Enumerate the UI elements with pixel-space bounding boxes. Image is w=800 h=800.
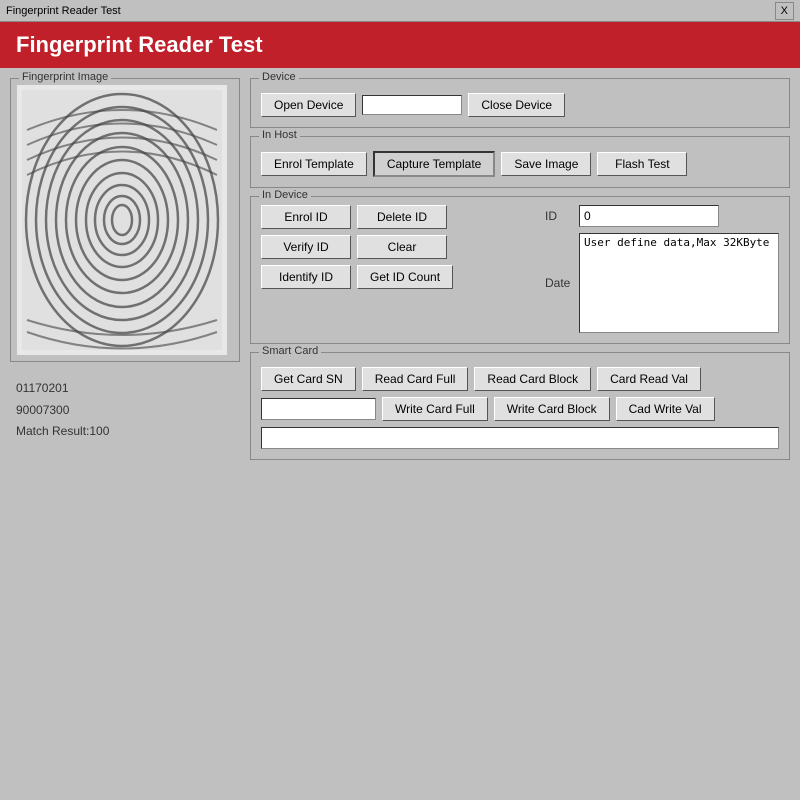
smart-card-group-label: Smart Card <box>259 345 321 357</box>
open-device-button[interactable]: Open Device <box>261 93 356 117</box>
device-section: Device Open Device Close Device <box>250 78 790 128</box>
in-host-group-label: In Host <box>259 129 300 141</box>
delete-id-button[interactable]: Delete ID <box>357 205 447 229</box>
match-result: Match Result:100 <box>16 421 234 443</box>
cad-write-val-button[interactable]: Cad Write Val <box>616 397 715 421</box>
fingerprint-group: Fingerprint Image <box>10 78 240 362</box>
in-device-row3: Identify ID Get ID Count <box>261 265 535 289</box>
id-input[interactable] <box>579 205 719 227</box>
app-title: Fingerprint Reader Test <box>16 32 263 58</box>
in-device-row2: Verify ID Clear <box>261 235 535 259</box>
data-textarea[interactable]: User define data,Max 32KByte <box>579 233 779 333</box>
close-button[interactable]: X <box>775 2 794 20</box>
info-section: 01170201 90007300 Match Result:100 <box>10 372 240 449</box>
get-id-count-button[interactable]: Get ID Count <box>357 265 453 289</box>
device-row: Open Device Close Device <box>261 93 779 117</box>
in-device-row1: Enrol ID Delete ID <box>261 205 535 229</box>
flash-test-button[interactable]: Flash Test <box>597 152 687 176</box>
in-device-section: In Device Enrol ID Delete ID Verify ID C… <box>250 196 790 344</box>
in-device-content: Enrol ID Delete ID Verify ID Clear Ident… <box>261 205 779 333</box>
card-read-val-button[interactable]: Card Read Val <box>597 367 701 391</box>
verify-id-button[interactable]: Verify ID <box>261 235 351 259</box>
left-panel: Fingerprint Image <box>10 78 240 784</box>
read-card-block-button[interactable]: Read Card Block <box>474 367 591 391</box>
in-device-buttons: Enrol ID Delete ID Verify ID Clear Ident… <box>261 205 535 333</box>
in-device-right: ID Date User define data,Max 32KByte <box>545 205 779 333</box>
save-image-button[interactable]: Save Image <box>501 152 591 176</box>
close-device-button[interactable]: Close Device <box>468 93 565 117</box>
get-card-sn-button[interactable]: Get Card SN <box>261 367 356 391</box>
smart-card-row2: Write Card Full Write Card Block Cad Wri… <box>261 397 779 421</box>
fingerprint-image <box>17 85 227 355</box>
header-bar: Fingerprint Reader Test <box>0 22 800 68</box>
fingerprint-group-label: Fingerprint Image <box>19 71 111 83</box>
smart-card-section: Smart Card Get Card SN Read Card Full Re… <box>250 352 790 460</box>
info-line1: 01170201 <box>16 378 234 400</box>
write-card-full-button[interactable]: Write Card Full <box>382 397 488 421</box>
clear-button[interactable]: Clear <box>357 235 447 259</box>
date-row: Date User define data,Max 32KByte <box>545 233 779 333</box>
date-label: Date <box>545 276 575 290</box>
device-group-label: Device <box>259 71 299 83</box>
read-card-full-button[interactable]: Read Card Full <box>362 367 469 391</box>
title-bar-text: Fingerprint Reader Test <box>6 5 121 17</box>
smart-card-row1: Get Card SN Read Card Full Read Card Blo… <box>261 367 779 391</box>
enrol-id-button[interactable]: Enrol ID <box>261 205 351 229</box>
id-row: ID <box>545 205 779 227</box>
capture-template-button[interactable]: Capture Template <box>373 151 496 177</box>
bottom-input[interactable] <box>261 427 779 449</box>
main-content: Fingerprint Image <box>0 68 800 794</box>
identify-id-button[interactable]: Identify ID <box>261 265 351 289</box>
in-host-row: Enrol Template Capture Template Save Ima… <box>261 151 779 177</box>
device-input[interactable] <box>362 95 462 115</box>
write-card-block-button[interactable]: Write Card Block <box>494 397 610 421</box>
id-label: ID <box>545 209 575 223</box>
enrol-template-button[interactable]: Enrol Template <box>261 152 367 176</box>
title-bar: Fingerprint Reader Test X <box>0 0 800 22</box>
right-panel: Device Open Device Close Device In Host … <box>250 78 790 784</box>
fingerprint-svg <box>22 90 222 350</box>
in-device-group-label: In Device <box>259 189 311 201</box>
in-host-section: In Host Enrol Template Capture Template … <box>250 136 790 188</box>
info-line2: 90007300 <box>16 400 234 422</box>
card-input[interactable] <box>261 398 376 420</box>
